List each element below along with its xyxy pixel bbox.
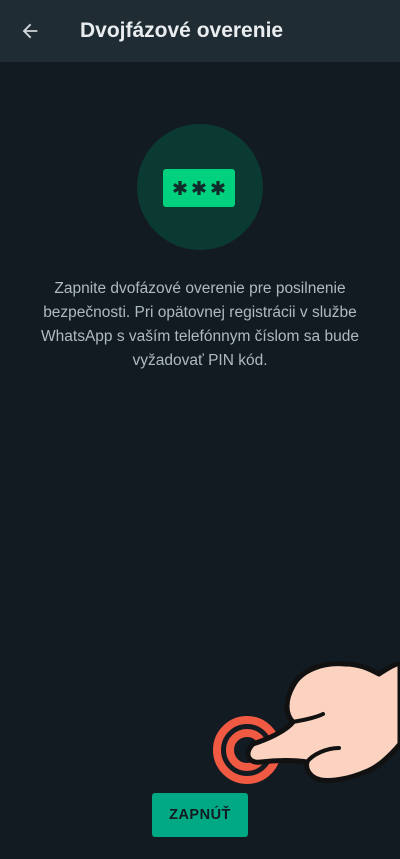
app-bar: Dvojfázové overenie: [0, 0, 400, 62]
illustration-circle: [137, 124, 263, 250]
asterisks-glyphs: [173, 181, 225, 195]
pin-asterisks-icon: [163, 169, 235, 207]
description-text: Zapnite dvofázové overenie pre posilneni…: [41, 280, 359, 369]
page-title: Dvojfázové overenie: [80, 19, 284, 42]
enable-button[interactable]: ZAPNÚŤ: [152, 793, 248, 837]
tap-hand-icon: [213, 661, 400, 784]
back-button[interactable]: [12, 13, 48, 49]
arrow-left-icon: [22, 23, 38, 39]
